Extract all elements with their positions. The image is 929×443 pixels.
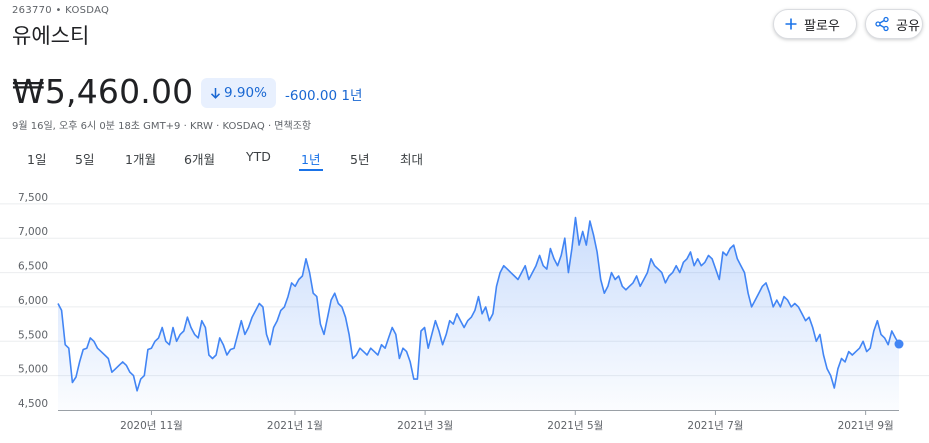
range-5y[interactable]: 5년 [350,149,369,168]
follow-button[interactable]: 팔로우 [773,9,857,39]
change-percent-badge: 9.90% [201,78,276,108]
x-tick-label: 2021년 3월 [397,420,453,432]
x-tick-label: 2021년 9월 [838,420,894,432]
plus-icon [785,18,797,30]
range-5d[interactable]: 5일 [75,149,94,168]
arrow-down-icon [211,88,221,99]
follow-label: 팔로우 [804,18,840,34]
range-6m[interactable]: 6개월 [184,149,215,168]
y-tick-label: 7,000 [18,226,48,238]
current-price: ₩5,460.00 [12,72,194,111]
stock-name: 유에스티 [12,24,90,48]
range-max[interactable]: 최대 [400,149,423,168]
last-price-point [894,339,904,349]
change-percent: 9.90% [224,85,267,101]
range-1d[interactable]: 1일 [27,149,46,168]
y-tick-label: 6,000 [18,295,48,307]
x-tick-label: 2020년 11월 [120,420,183,432]
quote-meta: 9월 16일, 오후 6시 0분 18초 GMT+9 · KRW · KOSDA… [12,121,312,132]
x-tick-label: 2021년 5월 [547,420,603,432]
active-range-indicator [299,169,323,171]
ticker-label: 263770 • KOSDAQ [12,5,110,16]
y-tick-label: 4,500 [18,398,48,410]
price-chart[interactable]: 4,500 5,000 5,500 6,000 6,500 7,000 7,500 2020… [0,180,929,443]
y-tick-label: 5,000 [18,364,48,376]
share-button[interactable]: 공유 [865,9,923,39]
y-tick-label: 6,500 [18,261,48,273]
change-absolute: -600.00 1년 [285,88,363,104]
y-tick-label: 5,500 [18,329,48,341]
share-icon [875,16,889,32]
share-label: 공유 [896,18,920,34]
range-1m[interactable]: 1개월 [125,149,156,168]
x-tick-label: 2021년 1월 [267,420,323,432]
range-1y[interactable]: 1년 [301,149,320,168]
x-tick-label: 2021년 7월 [687,420,743,432]
range-ytd[interactable]: YTD [246,149,271,164]
y-tick-label: 7,500 [18,192,48,204]
price-area [58,217,899,410]
